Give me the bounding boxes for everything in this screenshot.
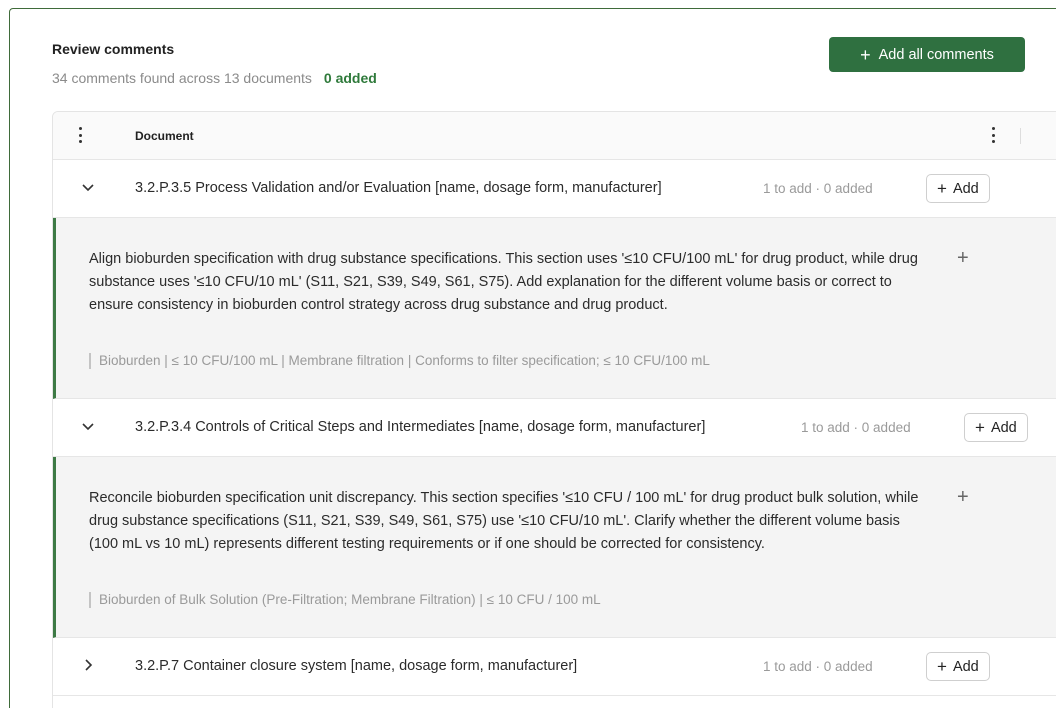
chevron-down-icon[interactable] — [81, 419, 95, 433]
document-title: 3.2.P.7 Container closure system [name, … — [135, 658, 578, 674]
plus-icon[interactable]: + — [957, 248, 969, 268]
comment-text: Align bioburden specification with drug … — [89, 251, 918, 313]
document-title: 3.2.P.3.4 Controls of Critical Steps and… — [135, 419, 706, 435]
add-label: Add — [990, 419, 1017, 436]
plus-icon: + — [937, 657, 947, 676]
chevron-right-icon[interactable] — [81, 658, 95, 672]
panel-summary: 34 comments found across 13 documents 0 a… — [52, 70, 377, 86]
plus-icon: + — [937, 179, 947, 198]
summary-text: 34 comments found across 13 documents — [52, 70, 312, 86]
document-row[interactable]: 3.2.P.3.5 Process Validation and/or Eval… — [53, 160, 1056, 218]
comment-reference: Bioburden of Bulk Solution (Pre-Filtrati… — [89, 592, 601, 608]
kebab-icon[interactable] — [990, 127, 996, 143]
add-all-label: Add all comments — [878, 46, 994, 63]
comment-reference: Bioburden | ≤ 10 CFU/100 mL | Membrane f… — [89, 353, 710, 369]
plus-icon[interactable]: + — [957, 487, 969, 507]
chevron-down-icon[interactable] — [81, 180, 95, 194]
document-row[interactable]: 3.2.P.7 Container closure system [name, … — [53, 638, 1056, 696]
added-count: 0 added — [323, 70, 377, 86]
add-label: Add — [952, 658, 979, 675]
comments-table: Document 3.2.P.3.5 Process Validation an… — [52, 111, 1056, 708]
plus-icon: + — [860, 44, 871, 65]
kebab-icon[interactable] — [77, 127, 83, 143]
add-document-comments-button[interactable]: + Add — [964, 413, 1028, 442]
comment-card: Align bioburden specification with drug … — [53, 218, 1056, 399]
table-header: Document — [53, 112, 1056, 160]
document-stats: 1 to add · 0 added — [763, 181, 873, 196]
comment-card: Reconcile bioburden specification unit d… — [53, 457, 1056, 638]
column-header-document: Document — [135, 129, 194, 143]
document-stats: 1 to add · 0 added — [801, 420, 911, 435]
document-title: 3.2.P.3.5 Process Validation and/or Eval… — [135, 180, 662, 196]
add-document-comments-button[interactable]: + Add — [926, 652, 990, 681]
add-label: Add — [952, 180, 979, 197]
add-all-comments-button[interactable]: + Add all comments — [829, 37, 1025, 72]
column-divider — [1020, 128, 1021, 144]
add-document-comments-button[interactable]: + Add — [926, 174, 990, 203]
document-row[interactable]: 3.2.P.3.4 Controls of Critical Steps and… — [53, 399, 1056, 457]
plus-icon: + — [975, 418, 985, 437]
panel-title: Review comments — [52, 41, 175, 57]
comment-text: Reconcile bioburden specification unit d… — [89, 490, 919, 552]
document-stats: 1 to add · 0 added — [763, 659, 873, 674]
